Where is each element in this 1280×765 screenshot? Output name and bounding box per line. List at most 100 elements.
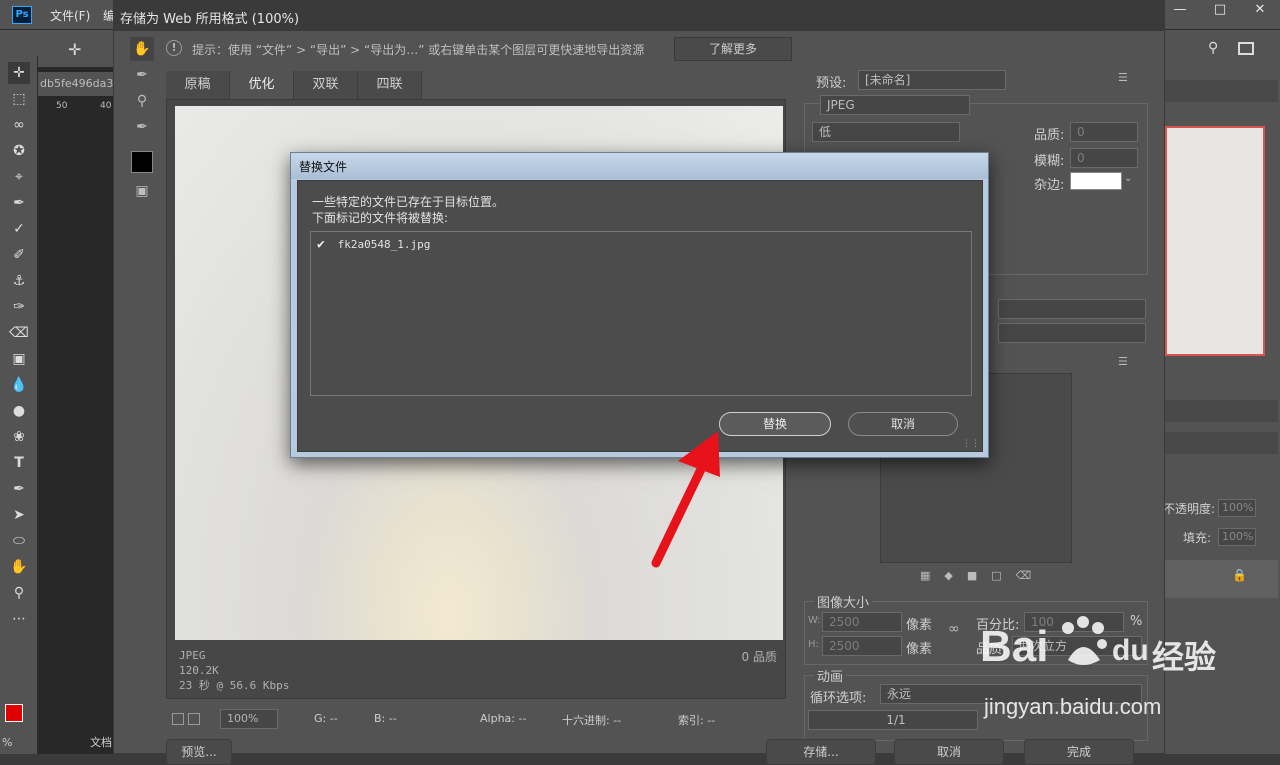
zoom-out-icon[interactable] — [172, 713, 184, 725]
list-item[interactable]: ✔ fk2a0548_1.jpg — [317, 237, 430, 252]
tab-2-up[interactable]: 双联 — [294, 71, 358, 99]
height-field[interactable]: 2500 — [822, 636, 902, 656]
toggle-slices-icon[interactable]: ▣ — [130, 179, 154, 203]
lasso-tool-icon[interactable]: ∞ — [8, 114, 30, 136]
tab-original[interactable]: 原稿 — [166, 71, 230, 99]
ellipse-tool-icon[interactable]: ⬭ — [8, 530, 30, 552]
minimize-icon[interactable]: — — [1164, 1, 1196, 21]
ruler-mark: 40 — [100, 101, 112, 111]
quality-field[interactable]: 0 — [1070, 122, 1138, 142]
watermark: Bai du 经验 jingyan.baidu.com — [980, 610, 1220, 730]
eyedropper-tool-icon[interactable]: ✒ — [8, 192, 30, 214]
photoshop-logo: Ps — [12, 6, 32, 24]
preview-format: JPEG — [179, 649, 206, 662]
watermark-cn: 经验 — [1152, 638, 1217, 676]
animation-title: 动画 — [814, 666, 847, 685]
dodge-tool-icon[interactable]: ● — [8, 400, 30, 422]
index-readout: 索引: -- — [678, 714, 716, 727]
path-select-icon[interactable]: ➤ — [8, 504, 30, 526]
dialog-titlebar: 存储为 Web 所用格式 (100%) — [114, 1, 1164, 31]
maximize-icon[interactable]: □ — [1204, 1, 1236, 21]
brush-tool-icon[interactable]: ✐ — [8, 244, 30, 266]
document-canvas-area — [38, 68, 118, 754]
preview-speed: 23 秒 @ 56.6 Kbps — [179, 679, 290, 692]
pen-tool-icon[interactable]: ✒ — [8, 478, 30, 500]
quality-label: 品质: — [1034, 128, 1065, 143]
eyedropper-tool-icon[interactable]: ✒ — [130, 115, 154, 139]
quality-level-select[interactable]: 低 — [812, 122, 960, 142]
blur-tool-icon[interactable]: 💧 — [8, 374, 30, 396]
gradient-tool-icon[interactable]: ▣ — [8, 348, 30, 370]
blur-label: 模糊: — [1034, 154, 1065, 169]
move-tool-icon[interactable]: ✛ — [8, 62, 30, 84]
stamp-tool-icon[interactable]: ⚓ — [8, 270, 30, 292]
search-icon[interactable]: ⚲ — [1208, 40, 1218, 56]
hand-tool-icon[interactable]: ✋ — [130, 37, 154, 61]
foreground-color-swatch[interactable] — [5, 704, 23, 722]
eraser-tool-icon[interactable]: ⌫ — [8, 322, 30, 344]
fill-field[interactable]: 100% — [1218, 528, 1256, 546]
file-name: fk2a0548_1.jpg — [337, 238, 431, 251]
document-tab[interactable]: db5fe496da3 — [38, 72, 118, 96]
optimize-menu-icon[interactable]: ☰ — [1118, 71, 1128, 84]
color-table-icons[interactable]: ▦◆■□⌫ — [920, 569, 1045, 582]
g-readout: G: -- — [314, 712, 338, 725]
healing-brush-icon[interactable]: ✓ — [8, 218, 30, 240]
slice-select-icon[interactable]: ✒ — [130, 63, 154, 87]
save-button[interactable]: 存储... — [766, 739, 876, 765]
marquee-tool-icon[interactable]: ⬚ — [8, 88, 30, 110]
checkmark-icon[interactable]: ✔ — [317, 237, 331, 252]
type-tool-icon[interactable]: T — [8, 452, 30, 474]
hint-bar: ! 提示：使用 “文件” > “导出” > “导出为…” 或右键单击某个图层可更… — [162, 37, 1162, 61]
zoom-tool-icon[interactable]: ⚲ — [130, 89, 154, 113]
tab-optimized[interactable]: 优化 — [230, 71, 294, 99]
layer-row[interactable] — [1164, 560, 1278, 598]
cancel-button[interactable]: 取消 — [894, 739, 1004, 765]
hand-tool-icon[interactable]: ✋ — [8, 556, 30, 578]
close-icon[interactable]: ✕ — [1244, 1, 1276, 21]
height-label: H: — [808, 639, 819, 650]
sfw-toolbox: ✋ ✒ ⚲ ✒ ▣ — [126, 35, 158, 215]
preview-button[interactable]: 预览... — [166, 739, 232, 765]
zoom-select[interactable]: 100% — [220, 709, 278, 729]
menu-file[interactable]: 文件(F) — [50, 7, 90, 24]
zoom-percent-label: % — [2, 736, 13, 749]
zoom-tool-icon[interactable]: ⚲ — [8, 582, 30, 604]
preview-select[interactable] — [998, 323, 1146, 343]
window-controls: — □ ✕ — [1160, 0, 1280, 22]
eyedropper-color-swatch[interactable] — [131, 151, 153, 173]
link-icon[interactable]: ∞ — [948, 621, 960, 637]
matte-color-swatch[interactable] — [1070, 172, 1122, 190]
status-bar: 100% G: -- B: -- Alpha: -- 十六进制: -- 索引: … — [166, 709, 786, 733]
blur-field[interactable]: 0 — [1070, 148, 1138, 168]
done-button[interactable]: 完成 — [1024, 739, 1134, 765]
panel-header — [1164, 400, 1278, 422]
modal-titlebar: 替换文件 — [291, 153, 988, 179]
preview-info: JPEG 120.2K 23 秒 @ 56.6 Kbps — [179, 648, 289, 693]
resize-grip-icon[interactable]: ⋮⋮ — [962, 439, 980, 449]
lock-icon[interactable]: 🔒 — [1232, 568, 1247, 582]
workspace-icon[interactable] — [1238, 42, 1254, 55]
format-select[interactable]: JPEG — [820, 95, 970, 115]
quick-select-icon[interactable]: ✪ — [8, 140, 30, 162]
fill-label: 填充: — [1183, 531, 1212, 545]
color-table-menu-icon[interactable]: ☰ — [1118, 355, 1128, 368]
history-brush-icon[interactable]: ✑ — [8, 296, 30, 318]
width-field[interactable]: 2500 — [822, 612, 902, 632]
modal-cancel-button[interactable]: 取消 — [848, 412, 958, 436]
move-icon[interactable]: ✛ — [68, 40, 81, 59]
tab-4-up[interactable]: 四联 — [358, 71, 422, 99]
opacity-field[interactable]: 100% — [1218, 499, 1256, 517]
zoom-in-icon[interactable] — [188, 713, 200, 725]
preset-select[interactable]: [未命名] — [858, 70, 1006, 90]
sponge-tool-icon[interactable]: ❀ — [8, 426, 30, 448]
chevron-down-icon[interactable]: ⌄ — [1124, 173, 1132, 184]
crop-tool-icon[interactable]: ⌖ — [8, 166, 30, 188]
file-list: ✔ fk2a0548_1.jpg — [310, 231, 972, 396]
modal-submessage: 下面标记的文件将被替换: — [312, 211, 449, 225]
profile-select[interactable] — [998, 299, 1146, 319]
view-tabs: 原稿 优化 双联 四联 — [166, 71, 786, 99]
arrow-shaft — [651, 458, 709, 568]
more-tools-icon[interactable]: ⋯ — [8, 608, 30, 630]
learn-more-button[interactable]: 了解更多 — [674, 37, 792, 61]
